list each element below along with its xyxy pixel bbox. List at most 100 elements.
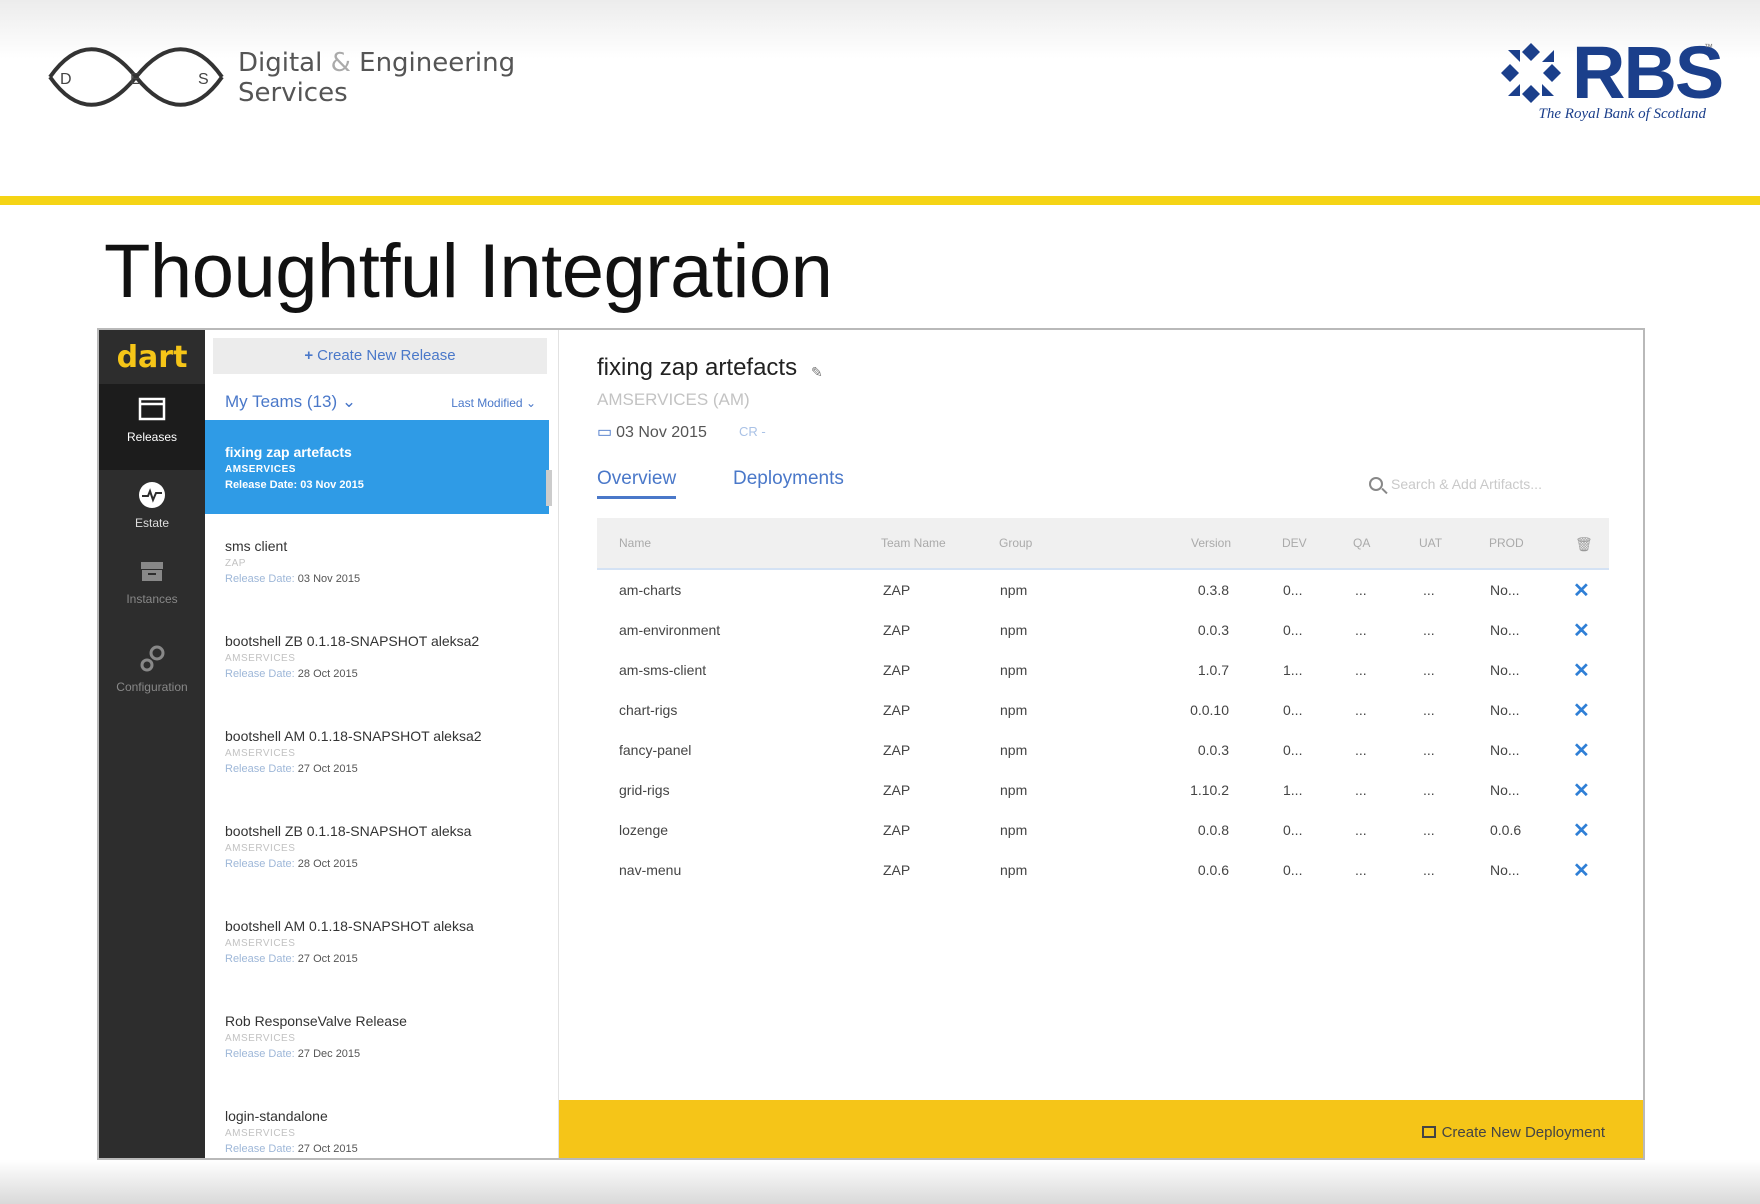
cell-version: 0.0.10 [1190,702,1229,718]
nav-label-configuration: Configuration [116,680,188,694]
cell-group: npm [1000,702,1028,718]
cell-group: npm [1000,582,1028,598]
slide-title: Thoughtful Integration [104,229,833,314]
table-row: grid-rigs ZAP npm 1.10.2 1... ... ... No… [597,770,1609,810]
remove-artifact-icon[interactable]: ✕ [1573,778,1590,803]
nav-item-instances[interactable]: Instances [99,546,205,632]
release-team: AMSERVICES [225,464,296,475]
cell-uat: ... [1423,702,1435,718]
create-deployment-button[interactable]: Create New Deployment [1421,1124,1605,1141]
cr-dropdown[interactable]: CR - [739,424,766,439]
release-name: sms client [225,538,288,554]
release-date-label: Release Date: [225,953,295,965]
release-team: AMSERVICES [225,748,296,759]
footer-bar: Create New Deployment [559,1100,1643,1158]
nav-item-configuration[interactable]: Configuration [99,634,205,720]
release-team: AMSERVICES [225,938,296,949]
nav-item-estate[interactable]: Estate [99,470,205,556]
teams-filter-dropdown[interactable]: My Teams (13) ⌄ [225,392,356,412]
cell-qa: ... [1355,742,1367,758]
cell-dev: 0... [1283,582,1303,598]
table-row: am-sms-client ZAP npm 1.0.7 1... ... ...… [597,650,1609,690]
release-date: Release Date: 27 Dec 2015 [225,1048,549,1060]
cell-prod: No... [1490,782,1520,798]
list-scrollbar[interactable] [546,470,552,506]
release-name: bootshell AM 0.1.18-SNAPSHOT aleksa2 [225,728,482,744]
cell-team: ZAP [883,702,911,718]
cell-prod: No... [1490,622,1520,638]
dart-app-window: dart Releases Estate Instances Configura… [97,328,1645,1160]
release-list-item[interactable]: login-standalone AMSERVICES Release Date… [205,1084,549,1158]
cell-team: ZAP [883,822,911,838]
cell-group: npm [1000,742,1028,758]
col-header-version[interactable]: Version [1191,536,1231,550]
search-icon [1369,477,1383,491]
release-list-item[interactable]: sms client ZAP Release Date: 03 Nov 2015 [205,514,549,610]
release-list-item[interactable]: bootshell ZB 0.1.18-SNAPSHOT aleksa2 AMS… [205,609,549,705]
release-date: Release Date: 03 Nov 2015 [225,479,549,491]
remove-artifact-icon[interactable]: ✕ [1573,818,1590,843]
col-header-prod[interactable]: PROD [1489,536,1524,550]
release-list-item[interactable]: bootshell AM 0.1.18-SNAPSHOT aleksa AMSE… [205,894,549,990]
remove-artifact-icon[interactable]: ✕ [1573,618,1590,643]
col-header-dev[interactable]: DEV [1282,536,1307,550]
cell-name: lozenge [619,822,669,838]
release-list-item[interactable]: bootshell AM 0.1.18-SNAPSHOT aleksa2 AMS… [205,704,549,800]
cell-qa: ... [1355,582,1367,598]
chevron-down-icon: ⌄ [525,396,536,410]
col-header-group[interactable]: Group [999,536,1032,550]
gears-icon [140,645,165,672]
artifacts-table: Name Team Name Group Version DEV QA UAT … [597,518,1609,890]
release-date: Release Date: 27 Oct 2015 [225,763,549,775]
create-release-label: Create New Release [317,347,456,364]
cell-dev: 0... [1283,702,1303,718]
release-list-item[interactable]: Rob ResponseValve Release AMSERVICES Rel… [205,989,549,1085]
des-wordmark: Digital & Engineering Services [238,48,515,108]
cell-version: 0.0.3 [1197,622,1229,638]
release-name: fixing zap artefacts [225,444,352,460]
chevron-down-icon: ⌄ [341,392,357,411]
cell-prod: No... [1490,862,1520,878]
release-date: Release Date: 27 Oct 2015 [225,1143,549,1155]
pencil-icon[interactable]: ✎ [811,364,823,381]
cell-dev: 1... [1283,782,1303,798]
release-list-item[interactable]: fixing zap artefacts AMSERVICES Release … [205,420,549,514]
nav-item-releases[interactable]: Releases [99,384,205,470]
col-header-name[interactable]: Name [619,536,651,550]
col-header-qa[interactable]: QA [1353,536,1370,550]
remove-artifact-icon[interactable]: ✕ [1573,738,1590,763]
remove-artifact-icon[interactable]: ✕ [1573,698,1590,723]
col-header-uat[interactable]: UAT [1419,536,1442,550]
remove-artifact-icon[interactable]: ✕ [1573,658,1590,683]
rbs-wordmark: RBS [1572,31,1724,114]
create-release-button[interactable]: + Create New Release [213,338,547,374]
slide-bottom-edge [0,1160,1760,1204]
cell-version: 1.10.2 [1190,782,1229,798]
release-team: ZAP [225,558,246,569]
table-row: chart-rigs ZAP npm 0.0.10 0... ... ... N… [597,690,1609,730]
trash-icon[interactable]: 🗑 [1575,536,1593,553]
rbs-logo: RBS ™ The Royal Bank of Scotland [1496,31,1724,128]
des-logo: D E S [48,47,224,107]
sort-dropdown[interactable]: Last Modified ⌄ [451,396,536,410]
cell-name: fancy-panel [619,742,692,758]
cell-team: ZAP [883,662,911,678]
release-date: Release Date: 28 Oct 2015 [225,668,549,680]
release-date-display[interactable]: ▭ 03 Nov 2015 [597,422,707,442]
sort-label: Last Modified [451,396,523,410]
cell-qa: ... [1355,702,1367,718]
cell-version: 0.0.3 [1197,742,1229,758]
deployment-icon [1421,1126,1436,1138]
tab-deployments[interactable]: Deployments [733,468,844,496]
cell-group: npm [1000,862,1028,878]
tab-overview[interactable]: Overview [597,468,677,499]
col-header-team[interactable]: Team Name [881,536,946,550]
cell-team: ZAP [883,582,911,598]
release-list-item[interactable]: bootshell ZB 0.1.18-SNAPSHOT aleksa AMSE… [205,799,549,895]
des-letter-e: E [130,71,141,88]
artifact-search-input[interactable]: Search & Add Artifacts... [1369,476,1609,492]
cell-name: chart-rigs [619,702,678,718]
remove-artifact-icon[interactable]: ✕ [1573,858,1590,883]
rbs-trademark: ™ [1704,42,1713,52]
remove-artifact-icon[interactable]: ✕ [1573,578,1590,603]
